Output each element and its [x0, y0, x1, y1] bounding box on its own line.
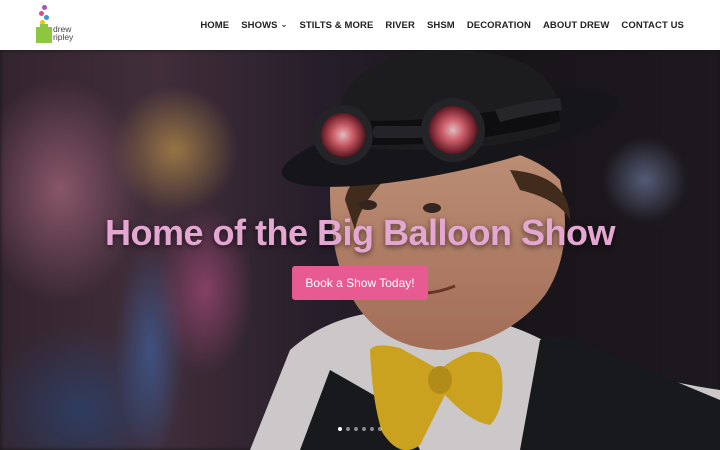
slide-dot[interactable]	[378, 427, 382, 431]
nav-river-label: RIVER	[385, 19, 415, 31]
nav-stilts-label: STILTS & MORE	[299, 19, 374, 31]
slide-dot[interactable]	[338, 427, 342, 431]
nav-home[interactable]: HOME	[200, 20, 229, 31]
nav-about-label: ABOUT DREW	[542, 19, 610, 31]
main-nav: HOME SHOWS ⌄ STILTS & MORE RIVER SHSM DEC…	[200, 0, 684, 50]
nav-decoration-label: DECORATION	[466, 19, 531, 31]
nav-stilts-more[interactable]: STILTS & MORE	[299, 20, 373, 31]
slide-dot[interactable]	[370, 427, 374, 431]
slide-dot[interactable]	[354, 427, 358, 431]
nav-shows[interactable]: SHOWS ⌄	[241, 20, 287, 31]
nav-home-label: HOME	[200, 19, 230, 31]
hero-title: Home of the Big Balloon Show	[105, 212, 616, 253]
logo-mark	[36, 24, 52, 43]
nav-river[interactable]: RIVER	[385, 20, 415, 31]
slide-dot[interactable]	[346, 427, 350, 431]
hero-slider: Home of the Big Balloon Show Book a Show…	[0, 50, 720, 450]
book-show-button[interactable]: Book a Show Today!	[292, 266, 428, 300]
site-header: drew ripley HOME SHOWS ⌄ STILTS & MORE RI…	[0, 0, 720, 50]
nav-about-drew[interactable]: ABOUT DREW	[543, 20, 609, 31]
slider-pagination	[0, 427, 720, 431]
nav-decoration[interactable]: DECORATION	[467, 20, 531, 31]
nav-shsm[interactable]: SHSM	[427, 20, 455, 31]
logo-dot	[39, 11, 44, 16]
nav-shows-label: SHOWS	[241, 19, 278, 31]
logo-dot	[42, 5, 47, 10]
nav-shsm-label: SHSM	[426, 19, 455, 31]
slide-dot[interactable]	[362, 427, 366, 431]
logo[interactable]: drew ripley	[34, 5, 84, 43]
chevron-down-icon: ⌄	[280, 19, 288, 29]
nav-contact-us[interactable]: CONTACT US	[621, 20, 684, 31]
logo-dot	[44, 15, 49, 20]
logo-text-last: ripley	[53, 32, 74, 42]
nav-contact-label: CONTACT US	[621, 19, 684, 31]
